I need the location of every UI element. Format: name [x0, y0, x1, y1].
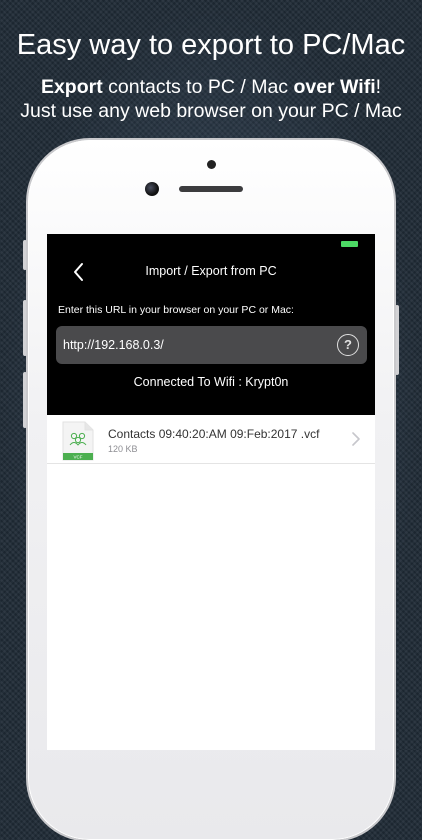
nav-title: Import / Export from PC	[145, 264, 277, 278]
phone-volume-down	[23, 372, 27, 428]
phone-mute-switch	[23, 240, 27, 270]
vcf-file-icon: VCF	[62, 421, 94, 461]
list-divider	[47, 463, 375, 464]
phone-screen: Import / Export from PC Enter this URL i…	[47, 234, 375, 750]
promo-bold-wifi: over Wifi	[293, 76, 376, 98]
chevron-right-icon	[352, 432, 360, 446]
promo-text-end: !	[375, 76, 382, 98]
wifi-status: Connected To Wifi : Krypt0n	[133, 375, 289, 389]
phone-volume-up	[23, 300, 27, 356]
phone-speaker	[179, 186, 243, 192]
import-export-header: Import / Export from PC Enter this URL i…	[47, 234, 375, 415]
file-name: Contacts 09:40:20:AM 09:Feb:2017 .vcf	[108, 427, 320, 441]
promo-headline: Easy way to export to PC/Mac	[16, 29, 406, 61]
url-field[interactable]: http://192.168.0.3/ ?	[56, 326, 367, 364]
url-instruction: Enter this URL in your browser on your P…	[58, 304, 294, 316]
phone-sensor	[207, 160, 216, 169]
battery-icon	[341, 241, 358, 247]
promo-text-middle: contacts to PC / Mac	[102, 76, 294, 98]
help-button[interactable]: ?	[337, 334, 359, 356]
promo-subline-1: Export contacts to PC / Mac over Wifi!	[0, 75, 422, 99]
phone-camera	[145, 182, 159, 196]
phone-power-button	[395, 305, 399, 375]
file-size: 120 KB	[108, 444, 138, 454]
promo-bold-export: Export	[40, 76, 103, 98]
list-item[interactable]: VCF Contacts 09:40:20:AM 09:Feb:2017 .vc…	[47, 415, 375, 463]
help-icon: ?	[344, 337, 352, 352]
url-text[interactable]: http://192.168.0.3/	[63, 338, 164, 352]
promo-subline-2: Just use any web browser on your PC / Ma…	[20, 100, 402, 122]
vcf-badge-label: VCF	[74, 455, 83, 460]
